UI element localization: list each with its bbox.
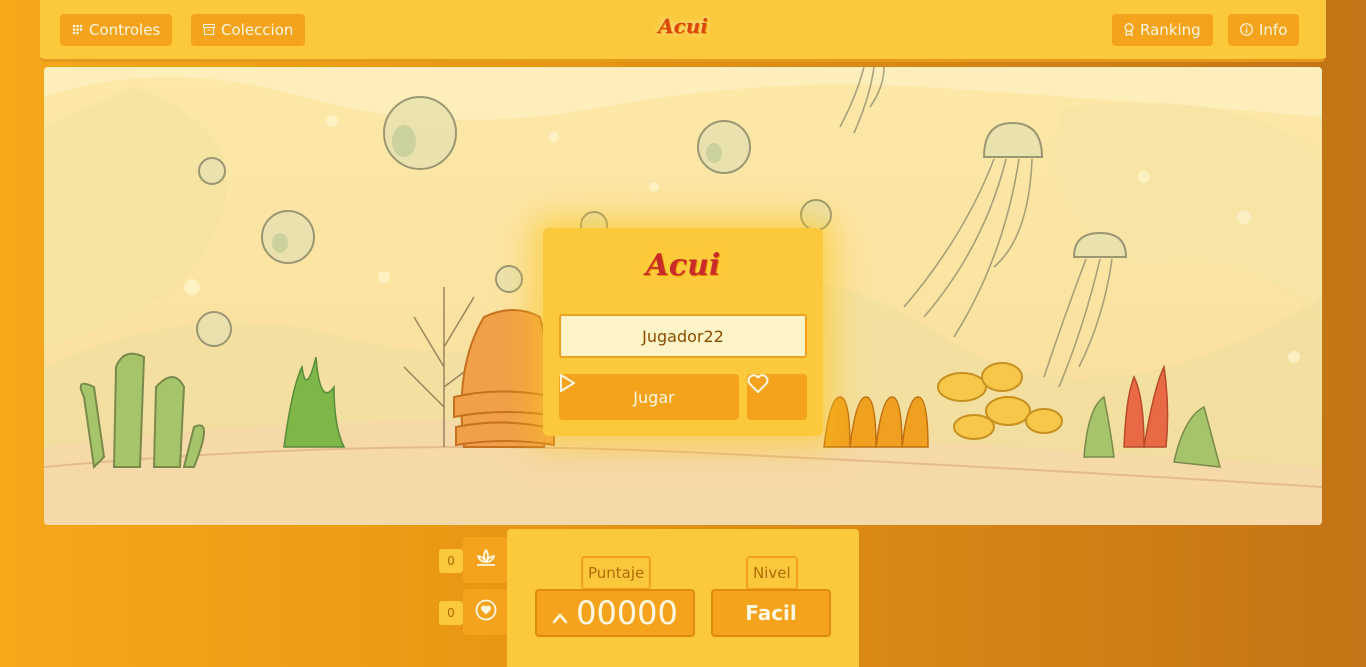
controls-button[interactable]: Controles <box>60 14 173 46</box>
grid-icon <box>72 24 83 37</box>
medal-icon <box>1124 22 1134 38</box>
favorite-button[interactable] <box>747 374 807 420</box>
info-label: Info <box>1259 21 1288 39</box>
heart-counter: 0 <box>439 601 463 625</box>
controls-label: Controles <box>89 21 161 39</box>
lotus-icon <box>475 548 497 572</box>
hud-panel: Puntaje 00000 Nivel Facil <box>507 529 859 667</box>
score-value: 00000 <box>576 594 678 632</box>
dialog-logo: Acui <box>645 248 721 283</box>
info-icon <box>1240 22 1253 38</box>
ranking-button[interactable]: Ranking <box>1112 14 1213 46</box>
ranking-label: Ranking <box>1140 21 1201 39</box>
start-dialog: Acui Jugar <box>543 228 823 436</box>
heart-badge-button[interactable] <box>463 589 509 635</box>
lotus-counter: 0 <box>439 549 463 573</box>
level-label: Nivel <box>746 556 798 590</box>
archive-icon <box>203 23 215 37</box>
info-button[interactable]: Info <box>1228 14 1300 46</box>
score-display: 00000 <box>535 589 695 637</box>
level-value: Facil <box>711 589 831 637</box>
heart-badge-icon <box>475 599 497 625</box>
play-label: Jugar <box>633 387 675 407</box>
player-name-input[interactable] <box>559 314 807 358</box>
collection-button[interactable]: Coleccion <box>191 14 306 46</box>
top-bar: Controles Coleccion Acui Ranking Info <box>40 0 1326 62</box>
chevron-up-icon <box>552 594 568 632</box>
play-button[interactable]: Jugar <box>559 374 739 420</box>
game-scene: Acui Jugar <box>44 67 1322 525</box>
app-logo: Acui <box>658 14 708 38</box>
score-label: Puntaje <box>581 556 652 590</box>
collection-label: Coleccion <box>221 21 294 39</box>
lotus-button[interactable] <box>463 537 509 583</box>
